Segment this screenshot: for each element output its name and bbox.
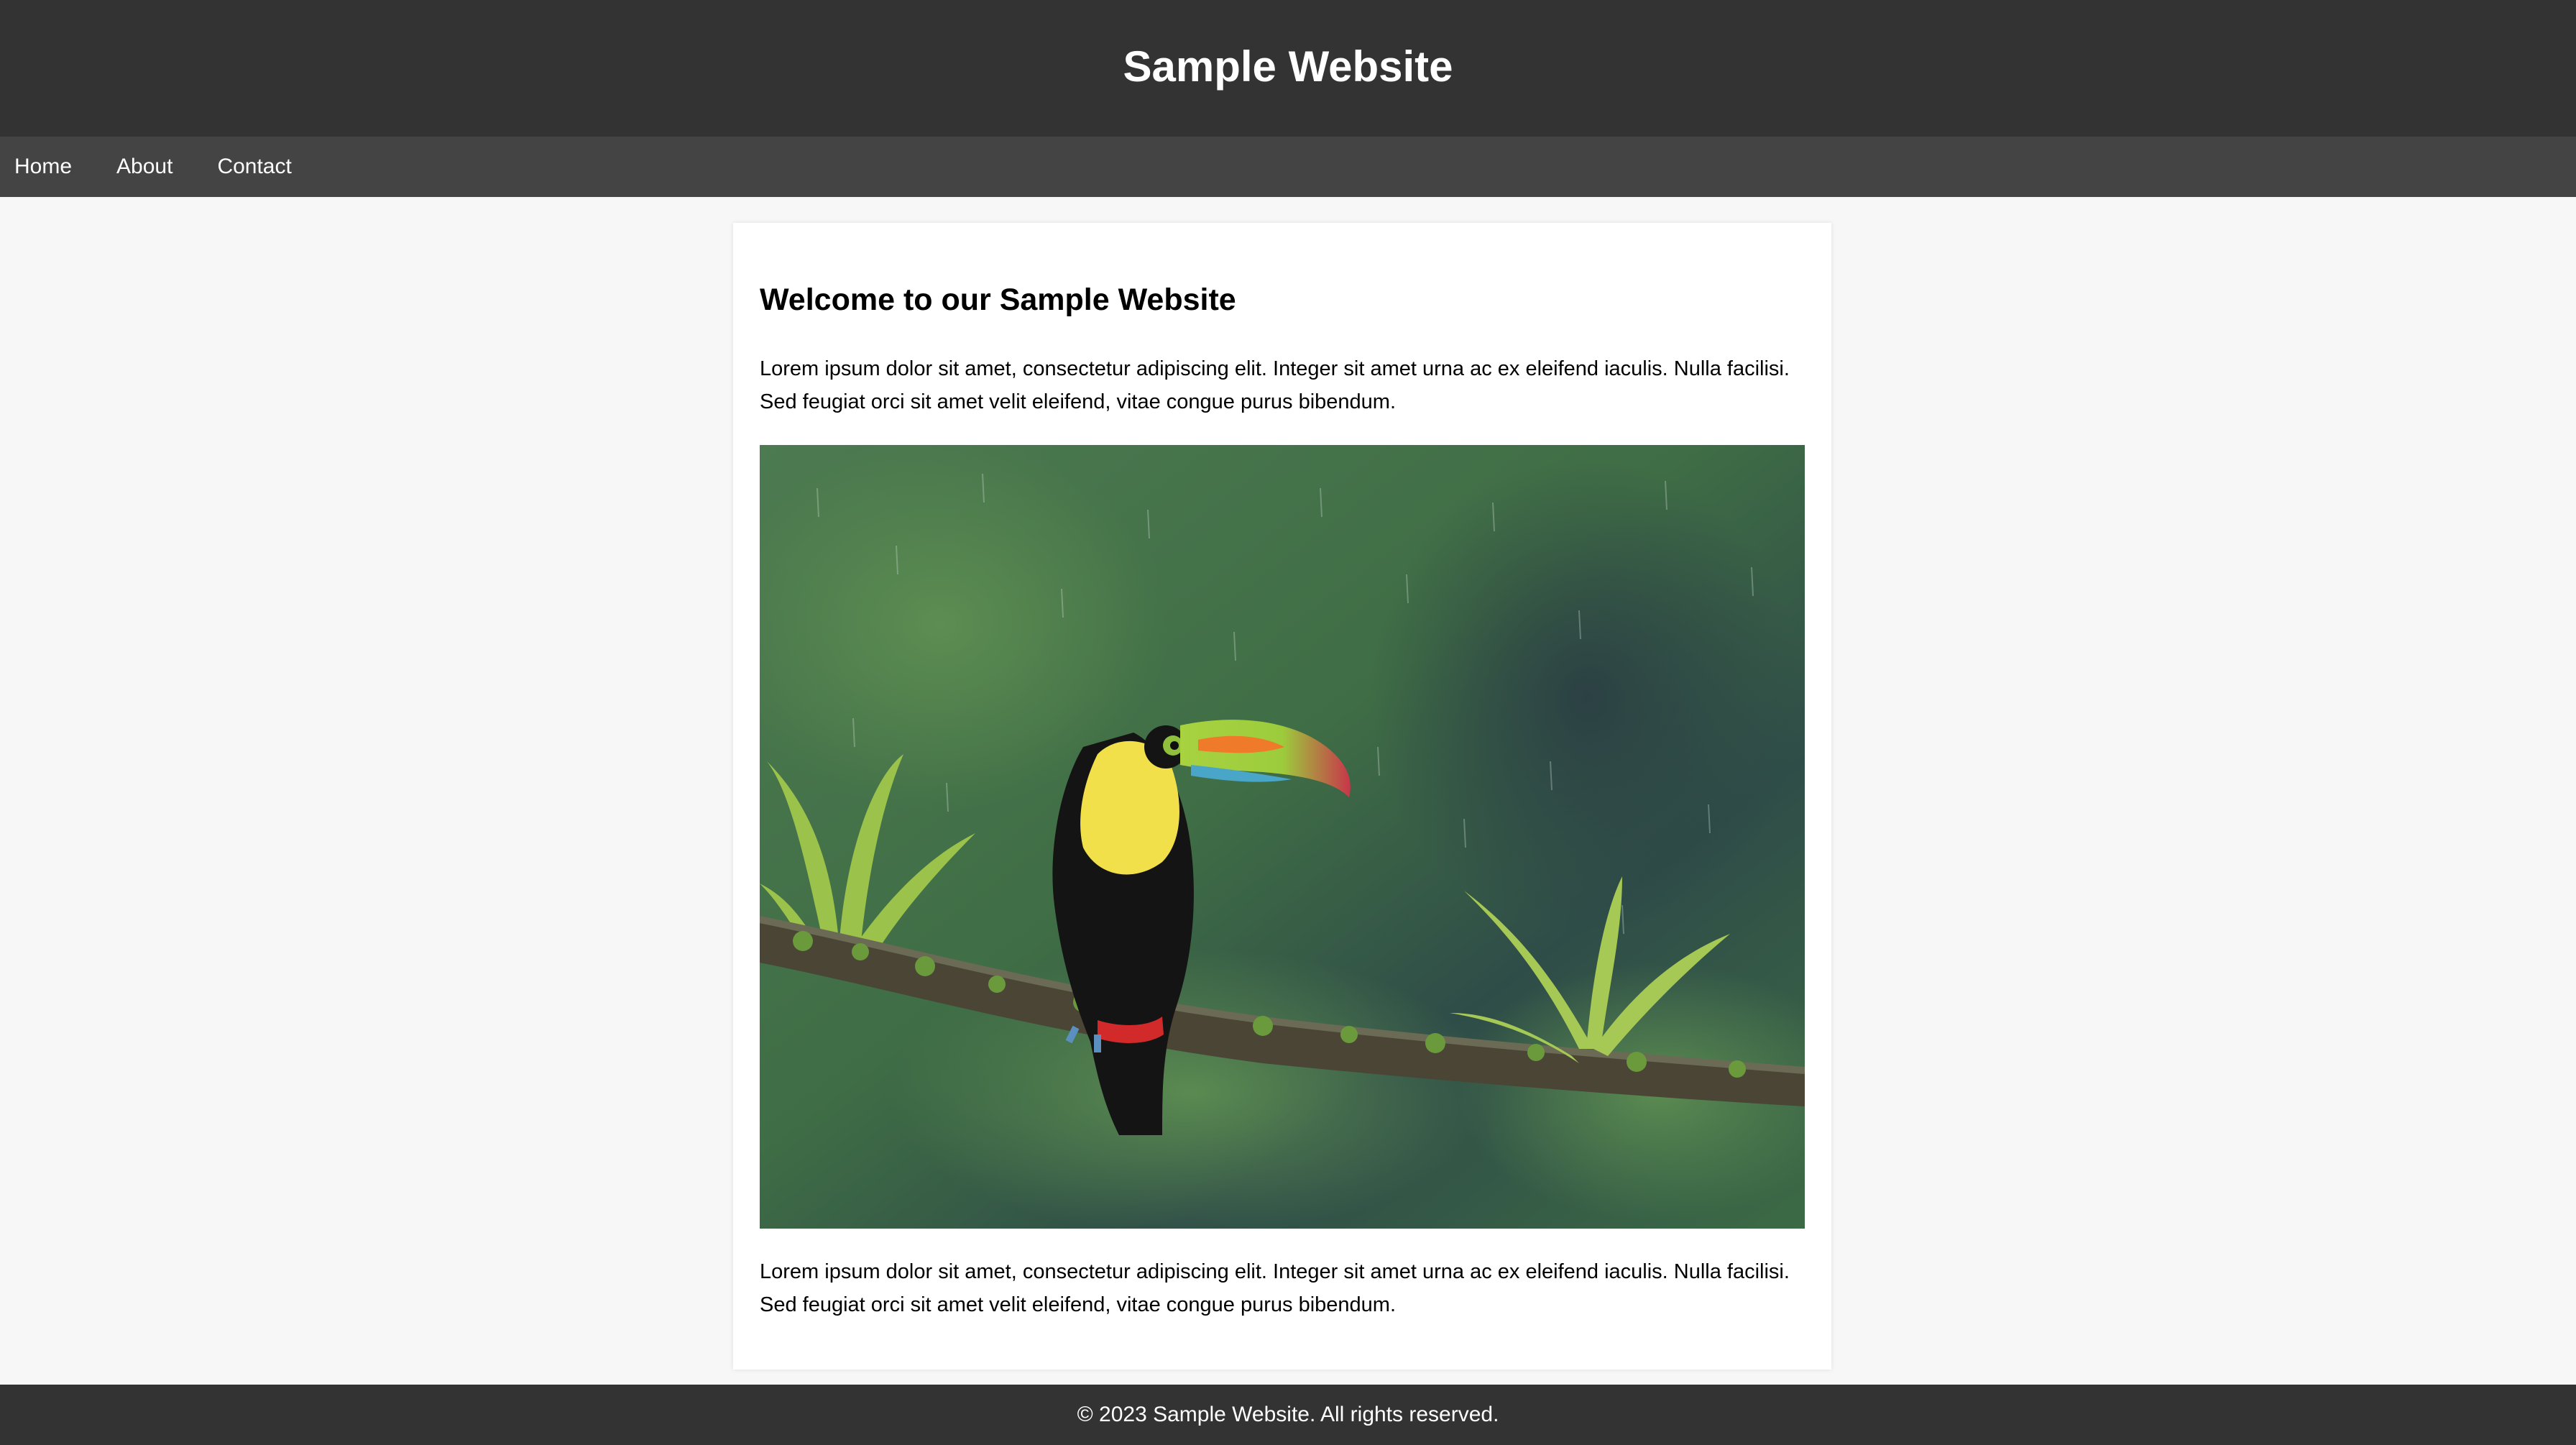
intro-paragraph: Lorem ipsum dolor sit amet, consectetur … [760, 357, 1790, 413]
closing-paragraph: Lorem ipsum dolor sit amet, consectetur … [760, 1260, 1790, 1316]
nav-link-about[interactable]: About [116, 156, 172, 178]
content-card: Welcome to our Sample Website Lorem ipsu… [733, 223, 1831, 1370]
site-header: Sample Website [0, 0, 2576, 137]
nav-link-contact[interactable]: Contact [217, 156, 291, 178]
main-nav: Home About Contact [0, 137, 2576, 197]
toucan-photo [760, 445, 1805, 1229]
nav-link-home[interactable]: Home [14, 156, 72, 178]
site-title: Sample Website [1123, 42, 1453, 91]
copyright-text: © 2023 Sample Website. All rights reserv… [1077, 1403, 1499, 1426]
toucan-illustration [760, 445, 1805, 1229]
site-footer: © 2023 Sample Website. All rights reserv… [0, 1385, 2576, 1445]
content-heading: Welcome to our Sample Website [760, 283, 1236, 317]
